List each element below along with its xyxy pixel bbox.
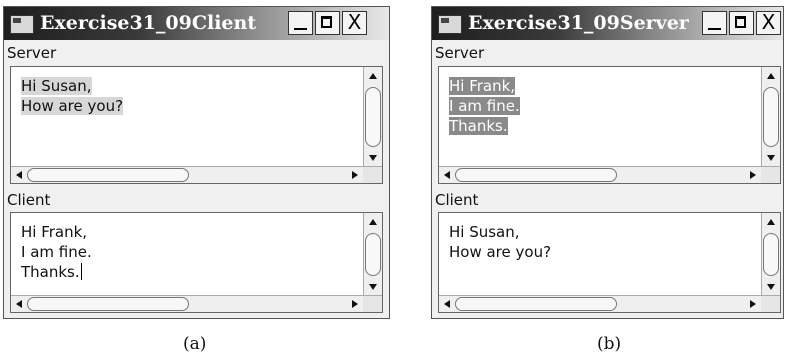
- scroll-left-icon[interactable]: [16, 300, 22, 308]
- client-window: Exercise31_09Client X Server Hi Susan, H…: [3, 6, 390, 319]
- scroll-down-icon[interactable]: [767, 155, 775, 161]
- caption-a: (a): [183, 334, 207, 354]
- vertical-scrollbar[interactable]: [363, 213, 382, 296]
- scroll-up-icon[interactable]: [767, 219, 775, 225]
- title-bar[interactable]: Exercise31_09Client X: [4, 7, 389, 40]
- close-icon: X: [761, 10, 776, 34]
- client-textarea[interactable]: Hi Frank, I am fine. Thanks.: [10, 212, 383, 313]
- caption-b: (b): [597, 334, 622, 354]
- scroll-down-icon[interactable]: [369, 284, 377, 290]
- scroll-down-icon[interactable]: [767, 284, 775, 290]
- scroll-left-icon[interactable]: [444, 171, 450, 179]
- text-caret: [80, 263, 82, 280]
- horizontal-scrollbar[interactable]: [11, 166, 382, 183]
- server-label: Server: [7, 44, 57, 62]
- close-button[interactable]: X: [342, 11, 367, 35]
- maximize-button[interactable]: [315, 11, 340, 35]
- window-title: Exercise31_09Server: [468, 12, 689, 34]
- app-icon[interactable]: [10, 15, 34, 34]
- text-line: Thanks.: [21, 263, 82, 281]
- scroll-left-icon[interactable]: [444, 300, 450, 308]
- text-line: Hi Frank,: [449, 77, 516, 95]
- scroll-thumb[interactable]: [27, 297, 189, 311]
- client-label: Client: [435, 191, 479, 209]
- text-line: Thanks.: [449, 117, 508, 135]
- scroll-corner: [363, 167, 382, 183]
- text-line: Hi Susan,: [21, 77, 92, 95]
- close-button[interactable]: X: [756, 11, 781, 35]
- scroll-right-icon[interactable]: [750, 300, 756, 308]
- server-label: Server: [435, 44, 485, 62]
- scroll-up-icon[interactable]: [767, 73, 775, 79]
- scroll-thumb[interactable]: [455, 297, 617, 311]
- scroll-right-icon[interactable]: [352, 300, 358, 308]
- server-textarea[interactable]: Hi Susan, How are you?: [10, 66, 383, 184]
- minimize-button[interactable]: [702, 11, 727, 35]
- scroll-thumb[interactable]: [455, 168, 617, 182]
- window-title: Exercise31_09Client: [40, 12, 257, 34]
- close-icon: X: [347, 10, 362, 34]
- vertical-scrollbar[interactable]: [761, 213, 780, 296]
- server-window: Exercise31_09Server X Server Hi Frank, I…: [431, 6, 784, 319]
- horizontal-scrollbar[interactable]: [439, 295, 780, 312]
- scroll-thumb[interactable]: [763, 87, 779, 147]
- scroll-corner: [363, 296, 382, 312]
- client-text: Hi Frank, I am fine. Thanks.: [21, 222, 356, 282]
- server-textarea[interactable]: Hi Frank, I am fine. Thanks.: [438, 66, 781, 184]
- scroll-right-icon[interactable]: [352, 171, 358, 179]
- title-bar[interactable]: Exercise31_09Server X: [432, 7, 783, 40]
- scroll-thumb[interactable]: [365, 233, 381, 276]
- client-label: Client: [7, 191, 51, 209]
- text-line: Hi Susan,: [449, 223, 520, 241]
- scroll-corner: [761, 167, 780, 183]
- minimize-button[interactable]: [288, 11, 313, 35]
- scroll-corner: [761, 296, 780, 312]
- scroll-left-icon[interactable]: [16, 171, 22, 179]
- scroll-thumb[interactable]: [763, 233, 779, 276]
- client-textarea[interactable]: Hi Susan, How are you?: [438, 212, 781, 313]
- maximize-button[interactable]: [729, 11, 754, 35]
- scroll-up-icon[interactable]: [369, 73, 377, 79]
- vertical-scrollbar[interactable]: [761, 67, 780, 167]
- server-text: Hi Frank, I am fine. Thanks.: [449, 76, 754, 136]
- text-line: I am fine.: [21, 243, 92, 261]
- text-line: How are you?: [21, 97, 124, 115]
- scroll-thumb[interactable]: [27, 168, 189, 182]
- horizontal-scrollbar[interactable]: [439, 166, 780, 183]
- scroll-up-icon[interactable]: [369, 219, 377, 225]
- text-line: Hi Frank,: [21, 223, 88, 241]
- text-line: How are you?: [449, 243, 552, 261]
- scroll-right-icon[interactable]: [750, 171, 756, 179]
- horizontal-scrollbar[interactable]: [11, 295, 382, 312]
- scroll-thumb[interactable]: [365, 87, 381, 147]
- vertical-scrollbar[interactable]: [363, 67, 382, 167]
- text-line: I am fine.: [449, 97, 520, 115]
- scroll-down-icon[interactable]: [369, 155, 377, 161]
- app-icon[interactable]: [438, 15, 462, 34]
- server-text: Hi Susan, How are you?: [21, 76, 356, 116]
- client-text: Hi Susan, How are you?: [449, 222, 754, 262]
